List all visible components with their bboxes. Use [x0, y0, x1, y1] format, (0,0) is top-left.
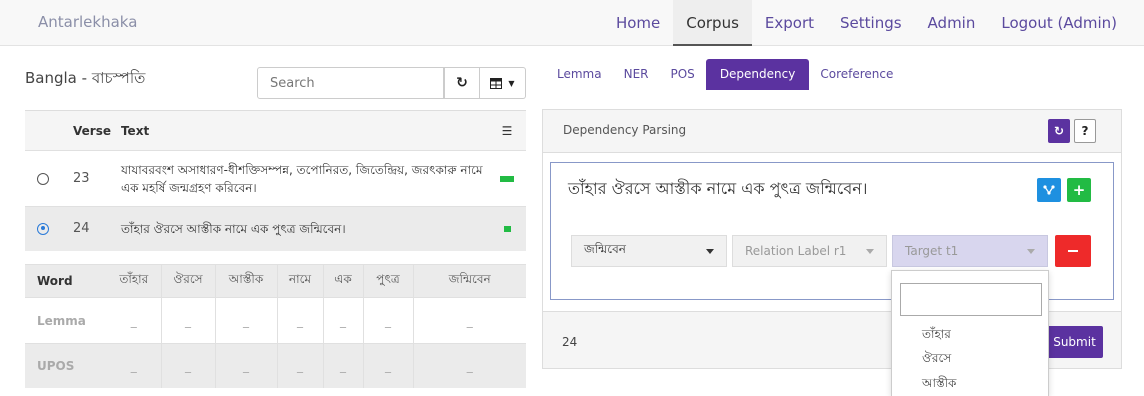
- relation-label-placeholder: Relation Label r1: [745, 244, 847, 258]
- verse-row-23[interactable]: 23 যাযাবরবংশ অসাধারণ-ধীশক্তিসম্পন্ন, তপো…: [25, 150, 526, 207]
- word-annotation-table: Word তাঁহার ঔরসে আস্তীক নামে এক পুৎত্র জ…: [25, 264, 526, 388]
- tab-pos[interactable]: POS: [660, 59, 706, 90]
- nav-settings[interactable]: Settings: [827, 0, 915, 46]
- verse-row-24[interactable]: 24 তাঁহার ঔরসে আস্তীক নামে এক পুৎত্র জন্…: [25, 206, 526, 251]
- lemma-cell: _: [323, 297, 364, 344]
- progress-bar: [503, 225, 511, 232]
- remove-relation-button[interactable]: [1055, 235, 1091, 267]
- plus-icon: +: [1072, 181, 1086, 199]
- dropdown-search-input[interactable]: [900, 283, 1042, 316]
- verse-text: তাঁহার ঔরসে আস্তীক নামে এক পুৎত্র জন্মিব…: [110, 206, 488, 251]
- lemma-cell: _: [363, 297, 414, 344]
- caret-down-icon: [1027, 249, 1035, 254]
- verse-column-header[interactable]: Verse: [61, 110, 111, 151]
- lemma-cell: _: [161, 297, 216, 344]
- refresh-icon: ↻: [1053, 124, 1065, 138]
- radio-icon[interactable]: [37, 172, 49, 185]
- lemma-cell: _: [107, 297, 162, 344]
- submit-button[interactable]: Submit: [1046, 326, 1103, 358]
- target-placeholder: Target t1: [905, 244, 959, 258]
- tab-lemma[interactable]: Lemma: [546, 59, 613, 90]
- refresh-icon: ↻: [456, 75, 468, 91]
- top-navbar: Antarlekhaka Home Corpus Export Settings…: [0, 0, 1144, 46]
- source-word-value: জন্মিবেন: [584, 242, 626, 256]
- upos-cell: _: [161, 343, 216, 388]
- status-cell: [488, 206, 526, 251]
- word-token: পুৎত্র: [363, 264, 414, 298]
- source-word-select[interactable]: জন্মিবেন: [571, 235, 727, 267]
- word-token: এক: [323, 264, 364, 298]
- annotation-tabs: Lemma NER POS Dependency Coreference: [546, 59, 904, 90]
- nav-logout[interactable]: Logout (Admin): [988, 0, 1130, 46]
- upos-row: UPOS _ _ _ _ _ _ _: [25, 343, 526, 388]
- refresh-button[interactable]: ↻: [444, 67, 480, 99]
- word-token: আস্তীক: [215, 264, 278, 298]
- tab-dependency[interactable]: Dependency: [705, 59, 810, 90]
- word-token: তাঁহার: [107, 264, 162, 298]
- search-input[interactable]: [257, 67, 444, 99]
- upos-cell: _: [323, 343, 364, 388]
- tab-ner[interactable]: NER: [613, 59, 660, 90]
- progress-bar: [500, 175, 514, 182]
- target-select[interactable]: Target t1: [892, 235, 1048, 267]
- verse-text: যাযাবরবংশ অসাধারণ-ধীশক্তিসম্পন্ন, তপোনির…: [110, 150, 488, 207]
- nav-corpus[interactable]: Corpus: [673, 0, 752, 46]
- upos-cell: _: [413, 343, 526, 388]
- target-dropdown-menu: তাঁহার ঔরসে আস্তীক: [891, 270, 1049, 396]
- lemma-cell: _: [413, 297, 526, 344]
- panel-refresh-button[interactable]: ↻: [1048, 119, 1070, 143]
- relation-label-select[interactable]: Relation Label r1: [732, 235, 887, 267]
- add-relation-button[interactable]: +: [1067, 178, 1091, 202]
- dropdown-option[interactable]: আস্তীক: [922, 375, 956, 395]
- show-tree-button[interactable]: [1037, 178, 1061, 202]
- upos-row-label: UPOS: [25, 343, 107, 388]
- verse-number: 23: [61, 150, 111, 207]
- nav-home[interactable]: Home: [603, 0, 673, 46]
- nav-admin[interactable]: Admin: [915, 0, 989, 46]
- status-column-header: ☰: [488, 110, 526, 151]
- lemma-cell: _: [215, 297, 278, 344]
- word-token: নামে: [277, 264, 324, 298]
- list-check-icon: ☰: [501, 123, 513, 138]
- dropdown-option[interactable]: ঔরসে: [922, 350, 951, 370]
- upos-cell: _: [107, 343, 162, 388]
- upos-cell: _: [215, 343, 278, 388]
- caret-down-icon: [706, 249, 714, 254]
- footer-verse-number: 24: [562, 335, 578, 349]
- row-radio-cell: [25, 150, 61, 207]
- lemma-cell: _: [277, 297, 324, 344]
- help-button[interactable]: ?: [1074, 119, 1096, 143]
- verse-table: Verse Text ☰ 23 যাযাবরবংশ অসাধারণ-ধীশক্ত…: [25, 110, 526, 251]
- lemma-row: Lemma _ _ _ _ _ _ _: [25, 297, 526, 344]
- verse-number: 24: [61, 206, 111, 251]
- nav-export[interactable]: Export: [752, 0, 827, 46]
- lemma-row-label: Lemma: [25, 297, 107, 344]
- minus-icon: [1068, 250, 1078, 252]
- dropdown-option[interactable]: তাঁহার: [922, 326, 951, 346]
- text-column-header[interactable]: Text: [110, 110, 488, 151]
- radio-column-header: [25, 110, 61, 151]
- word-row: Word তাঁহার ঔরসে আস্তীক নামে এক পুৎত্র জ…: [25, 264, 526, 298]
- status-cell: [488, 150, 526, 207]
- columns-toggle-button[interactable]: ▼: [480, 67, 526, 99]
- caret-down-icon: ▼: [508, 78, 515, 88]
- brand-logo-text[interactable]: Antarlekhaka: [38, 13, 137, 31]
- radio-icon[interactable]: [37, 222, 49, 235]
- caret-down-icon: [866, 249, 874, 254]
- sentence-text: তাঁহার ঔরসে আস্তীক নামে এক পুৎত্র জন্মিব…: [568, 179, 868, 198]
- tab-coreference[interactable]: Coreference: [809, 59, 904, 90]
- word-token: ঔরসে: [161, 264, 216, 298]
- tree-icon: [1043, 185, 1055, 195]
- upos-cell: _: [277, 343, 324, 388]
- word-row-label: Word: [25, 264, 107, 298]
- panel-header: Dependency Parsing ↻ ?: [543, 110, 1121, 153]
- row-radio-cell: [25, 206, 61, 251]
- word-token: জন্মিবেন: [413, 264, 526, 298]
- panel-title: Dependency Parsing: [563, 123, 687, 137]
- upos-cell: _: [363, 343, 414, 388]
- corpus-title: Bangla - বাচস্পতি: [25, 69, 146, 87]
- nav-links: Home Corpus Export Settings Admin Logout…: [603, 0, 1130, 46]
- table-columns-icon: [490, 77, 503, 89]
